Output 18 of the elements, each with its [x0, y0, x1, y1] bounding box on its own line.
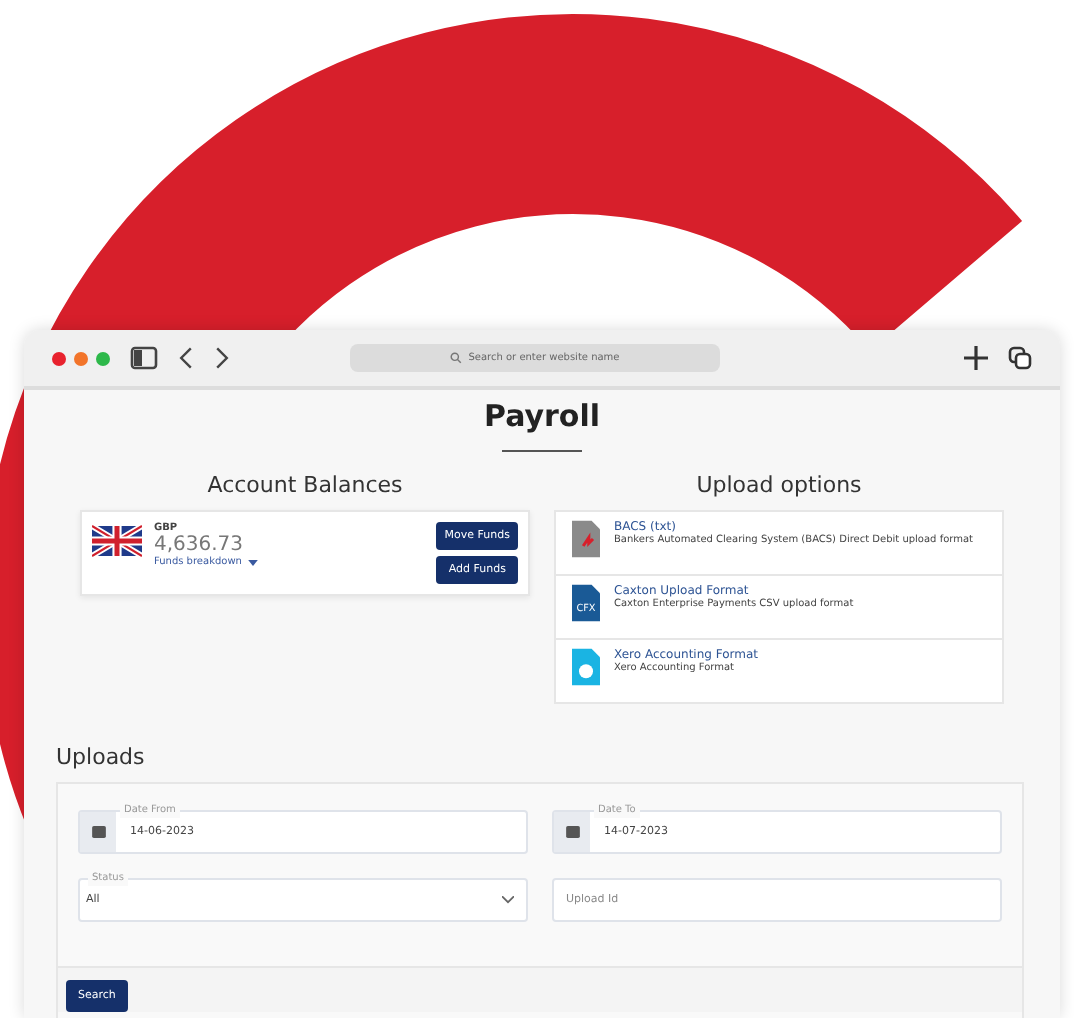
sidebar-icon[interactable] — [130, 346, 158, 370]
calendar-icon — [565, 826, 579, 838]
forward-icon[interactable] — [214, 346, 230, 370]
balance-amount: 4,636.73 — [154, 534, 246, 556]
calendar-icon — [91, 826, 105, 838]
file-icon — [572, 648, 600, 686]
back-icon[interactable] — [178, 346, 194, 370]
tabs-icon[interactable] — [1008, 346, 1032, 370]
section-heading: Account Balances — [205, 472, 405, 498]
search-icon — [450, 352, 463, 364]
caret-icon — [247, 559, 258, 565]
flag-icon — [92, 522, 142, 560]
plus-icon[interactable] — [964, 346, 988, 370]
section-heading: Uploads — [56, 744, 147, 770]
chevron-icon — [502, 896, 514, 904]
page-title: Payroll — [481, 398, 602, 434]
section-heading: Upload options — [694, 472, 864, 498]
file-icon — [572, 520, 600, 558]
